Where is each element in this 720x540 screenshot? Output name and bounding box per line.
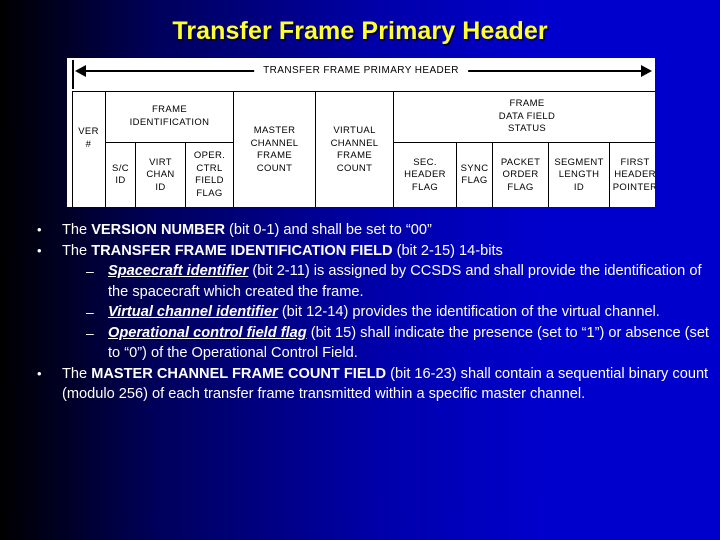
cell-packet-order-flag: PACKET ORDER FLAG (492, 141, 550, 207)
cell-sync-flag: SYNC FLAG (456, 141, 494, 207)
cell-spacecraft-id: S/C ID (105, 141, 136, 207)
transfer-frame-diagram: TRANSFER FRAME PRIMARY HEADER FRAME IDENT… (67, 58, 655, 207)
header-span-indicator: TRANSFER FRAME PRIMARY HEADER (67, 58, 655, 91)
cell-segment-length-id: SEGMENT LENGTH ID (548, 141, 611, 207)
page-title: Transfer Frame Primary Header (172, 17, 548, 45)
arrow-left-icon (75, 65, 86, 77)
bullet-transfer-frame-identification-field: • The TRANSFER FRAME IDENTIFICATION FIELD… (26, 241, 710, 262)
table-row-groups: FRAME IDENTIFICATION MASTER CHANNEL FRAME CO… (72, 91, 655, 207)
cell-sec-header-flag: SEC. HEADER FLAG (393, 141, 458, 207)
bullet-master-channel-frame-count-field: • The MASTER CHANNEL FRAME COUNT FIELD (b… (26, 364, 710, 405)
bullet-list: • The VERSION NUMBER (bit 0-1) and shall … (26, 220, 710, 405)
cell-version-number: VER # (78, 126, 99, 150)
bullet-spacecraft-identifier: – Spacecraft identifier (bit 2-11) is ass… (26, 261, 710, 302)
cell-operational-control-field-flag: OPER. CTRL FIELD FLAG (184, 141, 235, 207)
bullet-text: The VERSION NUMBER (bit 0-1) and shall b… (62, 222, 432, 238)
bullet-marker-icon: • (37, 365, 42, 381)
bullet-marker-icon: – (86, 304, 94, 320)
bullet-marker-icon: – (86, 263, 94, 279)
bullet-virtual-channel-identifier: – Virtual channel identifier (bit 12-14) … (26, 302, 710, 323)
cell-virtual-channel-id: VIRT CHAN ID (135, 141, 186, 207)
span-start-tick (72, 60, 74, 89)
cell-first-header-pointer: FIRST HEADER POINTER (609, 141, 655, 207)
group-cell-master-channel-frame-count: MASTER CHANNEL FRAME COUNT (233, 91, 317, 207)
bullet-text: Spacecraft identifier (bit 2-11) is assi… (108, 263, 702, 300)
bullet-text: Virtual channel identifier (bit 12-14) p… (108, 304, 660, 320)
group-cell-frame-identification: FRAME IDENTIFICATION (104, 91, 235, 143)
bullet-operational-control-field-flag: – Operational control field flag (bit 15… (26, 323, 710, 364)
arrow-right-icon (641, 65, 652, 77)
bullet-text: Operational control field flag (bit 15) … (108, 324, 709, 362)
bullet-text: The TRANSFER FRAME IDENTIFICATION FIELD … (62, 242, 503, 259)
bullet-marker-icon: – (86, 324, 94, 341)
bullet-version-number: • The VERSION NUMBER (bit 0-1) and shall … (26, 220, 710, 241)
bullet-marker-icon: • (37, 242, 42, 258)
group-cell-frame-data-field-status: FRAME DATA FIELD STATUS (393, 91, 655, 143)
bullet-marker-icon: • (37, 222, 42, 237)
frame-field-table: FRAME IDENTIFICATION MASTER CHANNEL FRAME CO… (72, 91, 655, 207)
group-cell-virtual-channel-frame-count: VIRTUAL CHANNEL FRAME COUNT (315, 91, 395, 207)
span-label: TRANSFER FRAME PRIMARY HEADER (254, 63, 468, 78)
bullet-text: The MASTER CHANNEL FRAME COUNT FIELD (bi… (62, 365, 709, 403)
